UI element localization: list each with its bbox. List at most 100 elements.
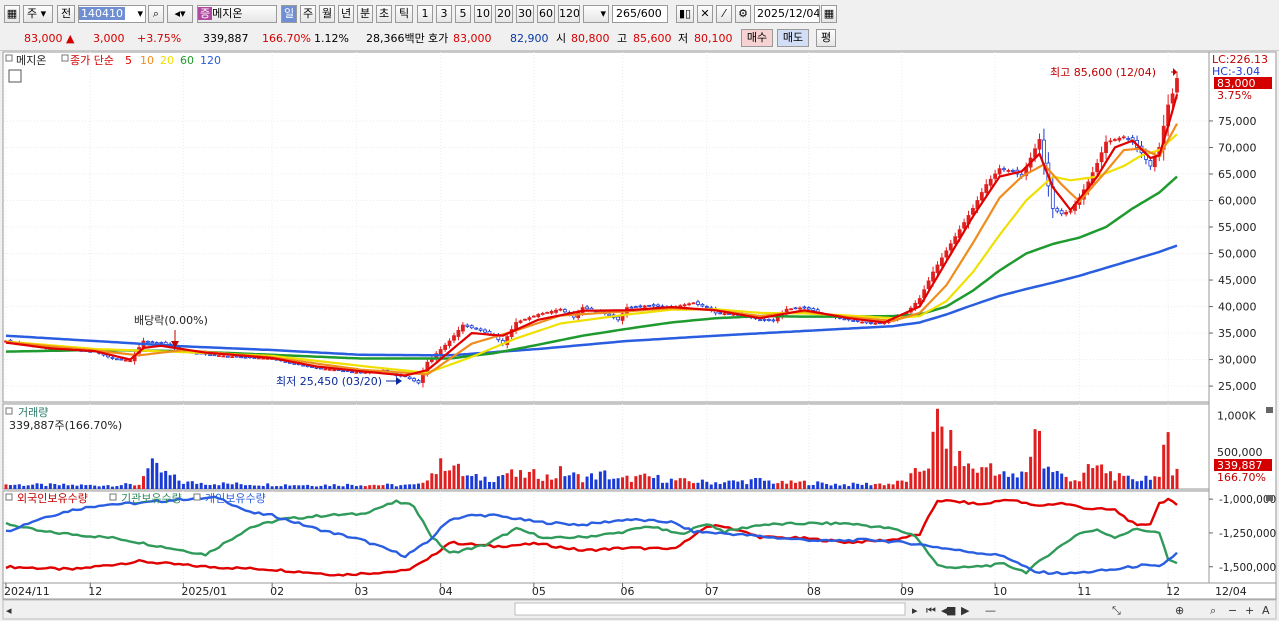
search-icon[interactable]: ⌕ [1210, 604, 1216, 617]
interval-60[interactable]: 60 [537, 5, 555, 23]
eval-button[interactable]: 평 [816, 29, 836, 47]
volume-bar [1060, 473, 1064, 489]
stock-code-input[interactable]: 140410 ▾ [78, 5, 146, 23]
volume-bar [554, 478, 558, 489]
volume-bar [417, 483, 421, 489]
bid-label: 호가 [428, 32, 449, 45]
volume-bar [683, 478, 687, 489]
count-field[interactable]: 265/600 [612, 5, 668, 23]
type-selector[interactable]: 주 ▾ [23, 5, 53, 23]
volume-bar [967, 463, 971, 489]
next-page-icon[interactable]: ▶ [961, 604, 970, 617]
volume-bar [878, 483, 882, 489]
candle-body [354, 371, 359, 374]
candle-body [1108, 140, 1113, 143]
volume-bar [909, 473, 913, 489]
period-year-tab[interactable]: 년 [338, 5, 354, 23]
candle-body [993, 173, 998, 179]
volume-bar [412, 484, 416, 489]
scrollbar-thumb [514, 602, 906, 616]
legend-box [5, 493, 13, 501]
interval-3[interactable]: 3 [436, 5, 452, 23]
period-day-tab[interactable]: 일 [281, 5, 297, 23]
up-triangle-icon: ▲ [66, 32, 75, 45]
candle-icon[interactable]: ▮▯ [676, 5, 694, 23]
first-page-icon[interactable]: ⏮ [926, 604, 936, 617]
volume-bar [1015, 477, 1019, 489]
volume-bar [408, 484, 412, 489]
volume-bar [563, 476, 567, 489]
stock-name-field[interactable]: 증 메지온 [197, 5, 277, 23]
x-tick-label: 08 [807, 585, 821, 598]
interval-5[interactable]: 5 [455, 5, 471, 23]
prev-button[interactable]: 전 [57, 5, 75, 23]
volume-bar [1082, 472, 1086, 489]
candle-body [545, 311, 550, 314]
date-field[interactable]: 2025/12/04 [754, 5, 820, 23]
crosshair-icon[interactable]: ✕ [697, 5, 713, 23]
interval-custom-dropdown[interactable]: ▾ [583, 5, 609, 23]
volume-bar [647, 476, 651, 489]
candle-body [1099, 152, 1104, 163]
candle-body [687, 303, 691, 306]
font-icon[interactable]: A [1262, 604, 1270, 617]
volume-bar [190, 481, 194, 489]
calendar-icon[interactable]: ▦ [821, 5, 837, 23]
top-toolbar: ▦ 주 ▾ 전 140410 ▾ ⌕ ◂▾ 증 메지온 일 주 월 년 분 초 틱 … [0, 0, 1279, 29]
sell-button[interactable]: 매도 [777, 29, 809, 47]
volume-bar [159, 472, 163, 489]
plus-icon[interactable]: + [1245, 604, 1254, 617]
volume-bar [962, 466, 966, 489]
scroll-right-icon[interactable]: ▸ [912, 604, 918, 617]
buy-button[interactable]: 매수 [741, 29, 773, 47]
volume-bar [137, 484, 141, 489]
volume-bar [723, 482, 727, 489]
volume-bar [949, 429, 953, 489]
volume-bar [1122, 475, 1126, 489]
search-icon[interactable]: ⌕ [148, 5, 164, 23]
candle-body [1055, 208, 1060, 212]
x-tick-label: 04 [439, 585, 453, 598]
candle-body [460, 324, 465, 332]
zoom-in-icon[interactable]: ⊕ [1175, 604, 1184, 617]
chart-menu-icon[interactable]: ▦ [4, 5, 20, 23]
volume-bar [1117, 473, 1121, 489]
volume-bar [1157, 476, 1161, 489]
interval-20[interactable]: 20 [495, 5, 513, 23]
volume-bar [1140, 480, 1144, 489]
volume-bar [1175, 468, 1179, 489]
speaker-icon[interactable]: ◂▾ [167, 5, 193, 23]
holdings-collapse-icon [1266, 495, 1273, 501]
zoom-slider-icon[interactable]: — [985, 604, 996, 617]
stop-icon[interactable]: ■ [946, 604, 956, 617]
draw-line-icon[interactable]: ⁄ [716, 5, 732, 23]
period-minute-tab[interactable]: 분 [357, 5, 373, 23]
volume-bar [931, 431, 935, 489]
candle-body [984, 184, 989, 193]
candle-body [1010, 170, 1015, 172]
volume-bar [110, 486, 114, 489]
interval-30[interactable]: 30 [516, 5, 534, 23]
interval-120[interactable]: 120 [558, 5, 580, 23]
volume-bar [519, 470, 523, 489]
interval-1[interactable]: 1 [417, 5, 433, 23]
minus-icon[interactable]: − [1228, 604, 1237, 617]
period-second-tab[interactable]: 초 [376, 5, 392, 23]
volume-bar [434, 474, 438, 489]
candle-body [798, 307, 802, 310]
period-month-tab[interactable]: 월 [319, 5, 335, 23]
candle-body [616, 316, 621, 321]
fit-icon[interactable]: ⤡ [1112, 604, 1121, 617]
volume-bar [133, 485, 137, 489]
stock-chart[interactable]: 25,000 30,000 35,000 40,000 45,000 50,000 55,0… [0, 50, 1279, 621]
settings-icon[interactable]: ⚙ [735, 5, 751, 23]
volume-bar [869, 485, 873, 489]
period-week-tab[interactable]: 주 [300, 5, 316, 23]
market-badge: 증 [198, 7, 213, 20]
interval-10[interactable]: 10 [474, 5, 492, 23]
volume-bar [1095, 465, 1099, 489]
candle-body [642, 305, 647, 308]
candle-body [341, 370, 346, 373]
period-tick-tab[interactable]: 틱 [395, 5, 413, 23]
candle-body [443, 344, 448, 350]
